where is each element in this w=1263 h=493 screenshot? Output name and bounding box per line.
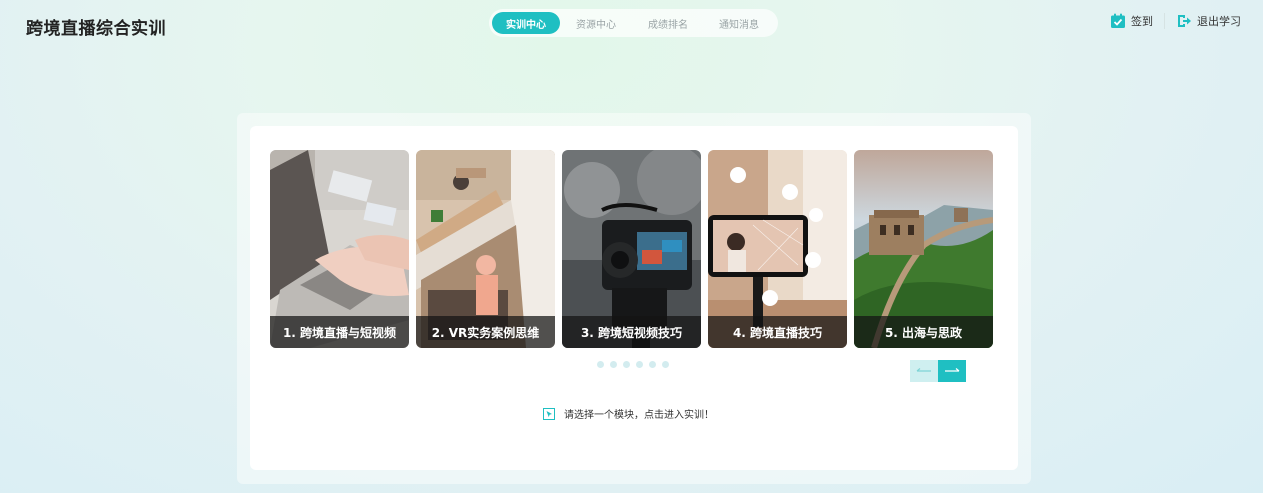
tab-score-ranking[interactable]: 成绩排名 (632, 12, 704, 34)
exit-icon (1176, 13, 1192, 29)
module-card-2[interactable]: 2. VR实务案例思维 (416, 150, 555, 348)
calendar-check-icon (1110, 13, 1126, 29)
pagination-dot[interactable] (610, 361, 617, 368)
pagination-dot[interactable] (636, 361, 643, 368)
pagination-dot[interactable] (623, 361, 630, 368)
hint-message: 请选择一个模块，点击进入实训！ (543, 406, 714, 421)
module-carousel: 1. 跨境直播与短视频 2. VR实务案例思维 3. 跨境短视频技巧 4. 跨境… (270, 150, 993, 348)
module-label: 3. 跨境短视频技巧 (562, 316, 701, 348)
pointer-icon (543, 407, 555, 420)
arrow-left-icon (916, 368, 931, 372)
app-title: 跨境直播综合实训 (26, 19, 166, 39)
carousel-pagination (597, 361, 669, 368)
tab-training-center[interactable]: 实训中心 (492, 12, 560, 34)
module-label: 1. 跨境直播与短视频 (270, 316, 409, 348)
exit-label: 退出学习 (1197, 15, 1241, 28)
arrow-right-icon (945, 368, 960, 372)
carousel-arrows (910, 360, 966, 382)
module-card-3[interactable]: 3. 跨境短视频技巧 (562, 150, 701, 348)
next-button[interactable] (938, 360, 966, 382)
pagination-dot[interactable] (649, 361, 656, 368)
tab-notifications[interactable]: 通知消息 (704, 12, 774, 34)
sign-in-label: 签到 (1131, 15, 1153, 28)
module-label: 4. 跨境直播技巧 (708, 316, 847, 348)
pagination-dot[interactable] (597, 361, 604, 368)
module-label: 2. VR实务案例思维 (416, 316, 555, 348)
sign-in-button[interactable]: 签到 (1110, 13, 1153, 29)
tab-resource-center[interactable]: 资源中心 (560, 12, 632, 34)
top-nav: 实训中心 资源中心 成绩排名 通知消息 (489, 9, 778, 37)
module-card-4[interactable]: 4. 跨境直播技巧 (708, 150, 847, 348)
module-label: 5. 出海与思政 (854, 316, 993, 348)
header-actions: 签到 退出学习 (1110, 13, 1241, 29)
prev-button[interactable] (910, 360, 938, 382)
pagination-dot[interactable] (662, 361, 669, 368)
module-card-1[interactable]: 1. 跨境直播与短视频 (270, 150, 409, 348)
exit-button[interactable]: 退出学习 (1176, 13, 1241, 29)
header-divider (1164, 13, 1165, 29)
module-card-5[interactable]: 5. 出海与思政 (854, 150, 993, 348)
hint-text: 请选择一个模块，点击进入实训！ (564, 410, 714, 421)
